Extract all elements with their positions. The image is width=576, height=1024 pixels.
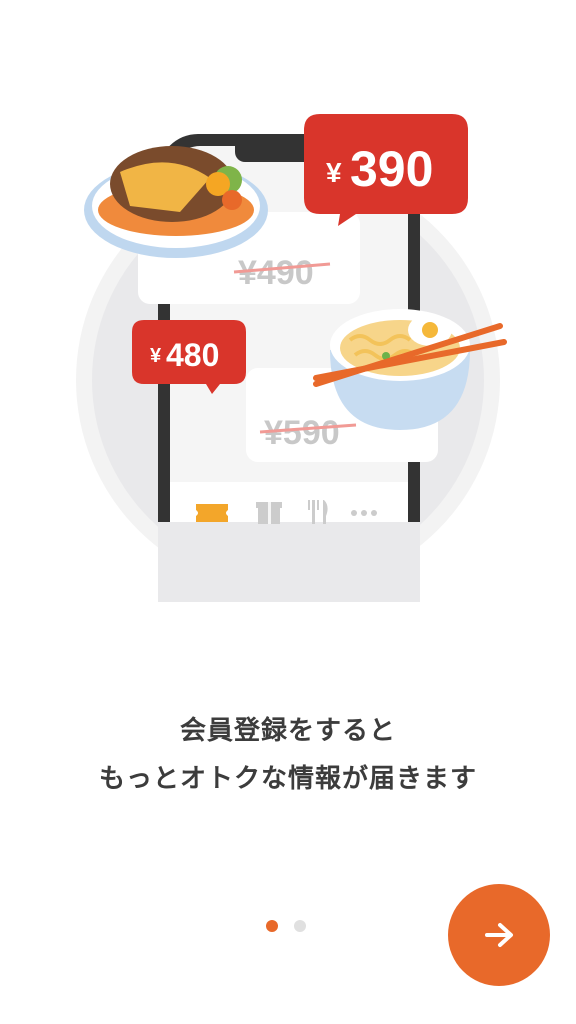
onboarding-illustration: ¥490 ¥590 ¥ 390 ¥ 480 [76,114,507,602]
headline-line-1: 会員登録をすると [179,716,396,746]
more-icon [351,510,377,516]
page-dot-1 [266,920,278,932]
old-price-2: ¥590 [264,414,340,452]
price-tag-390: ¥ 390 [304,114,468,226]
price-tag-480-amount: 480 [166,337,219,373]
price-tag-480: ¥ 480 [132,320,246,394]
page-indicator [266,920,306,932]
gift-icon [256,502,282,524]
price-tag-390-symbol: ¥ [326,157,342,188]
next-button[interactable] [448,884,550,986]
arrow-right-icon [485,923,513,947]
headline-line-2: もっとオトクな情報が届きます [98,764,477,794]
page-dot-2 [294,920,306,932]
ticket-icon [196,504,228,522]
old-price-1: ¥490 [238,254,314,292]
price-tag-480-symbol: ¥ [150,345,162,367]
price-tag-390-amount: 390 [350,141,433,197]
